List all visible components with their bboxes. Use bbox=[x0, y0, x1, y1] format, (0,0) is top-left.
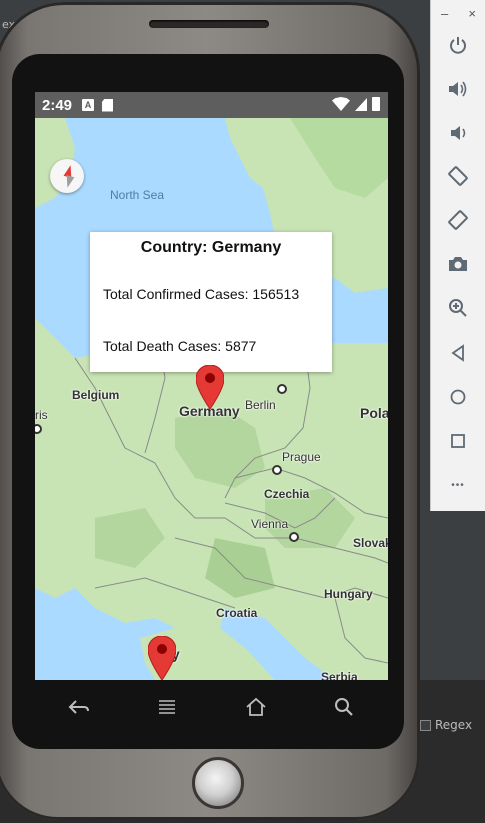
close-button[interactable]: × bbox=[468, 6, 476, 21]
rotate-right-icon bbox=[448, 210, 468, 230]
zoom-button[interactable] bbox=[445, 295, 471, 321]
hardware-home-button[interactable] bbox=[192, 757, 244, 809]
emulator-toolbar: – × ••• bbox=[430, 0, 485, 511]
overview-toolbar-button[interactable] bbox=[445, 428, 471, 454]
notification-a-icon: A bbox=[82, 99, 95, 111]
map-label-berlin: Berlin bbox=[245, 398, 276, 412]
map-dot-vienna bbox=[289, 532, 299, 542]
rotate-left-icon bbox=[448, 166, 468, 186]
rotate-left-button[interactable] bbox=[445, 163, 471, 189]
device-screen: 2:49 A North Sea Belgium Germany Berlin … bbox=[35, 92, 388, 680]
more-button[interactable]: ••• bbox=[445, 472, 471, 498]
back-arrow-icon bbox=[68, 700, 90, 714]
confirmed-cases-text: Total Confirmed Cases: 156513 bbox=[103, 286, 300, 302]
map-label-belgium: Belgium bbox=[72, 388, 120, 402]
zoom-icon bbox=[449, 299, 467, 317]
death-cases-text: Total Death Cases: 5877 bbox=[103, 338, 257, 354]
regex-label: Regex bbox=[435, 718, 473, 732]
map-dot-prague bbox=[272, 465, 282, 475]
triangle-back-icon bbox=[451, 344, 464, 362]
circle-home-icon bbox=[450, 389, 466, 405]
back-toolbar-button[interactable] bbox=[445, 340, 471, 366]
map-label-czechia: Czechia bbox=[264, 487, 310, 501]
power-button[interactable] bbox=[445, 32, 471, 58]
power-icon bbox=[450, 37, 466, 54]
regex-checkbox[interactable]: Regex bbox=[420, 718, 472, 732]
map-label-serbia: Serbia bbox=[321, 670, 358, 680]
map-label-prague: Prague bbox=[282, 450, 321, 464]
volume-down-button[interactable] bbox=[445, 120, 471, 146]
status-bar: 2:49 A bbox=[35, 92, 388, 118]
map-label-hungary: Hungary bbox=[324, 587, 373, 601]
search-icon bbox=[334, 698, 353, 716]
rotate-right-button[interactable] bbox=[445, 207, 471, 233]
checkbox-icon[interactable] bbox=[420, 719, 431, 731]
volume-up-button[interactable] bbox=[445, 76, 471, 102]
map-dot-berlin bbox=[277, 384, 287, 394]
map-label-poland: Pola bbox=[360, 405, 388, 421]
battery-icon bbox=[372, 97, 380, 111]
android-navigation-bar bbox=[35, 680, 388, 734]
home-icon bbox=[246, 697, 266, 716]
info-window-title: Country: Germany bbox=[140, 239, 282, 256]
map-label-vienna: Vienna bbox=[251, 517, 289, 531]
screenshot-button[interactable] bbox=[445, 251, 471, 277]
speaker-grille bbox=[149, 20, 269, 28]
menu-lines-icon bbox=[159, 700, 176, 714]
italy-map-pin-icon[interactable] bbox=[148, 636, 176, 680]
camera-icon bbox=[449, 257, 467, 271]
status-time: 2:49 bbox=[42, 96, 73, 114]
sd-card-icon bbox=[102, 98, 114, 112]
menu-button[interactable] bbox=[147, 687, 187, 727]
google-map[interactable]: North Sea Belgium Germany Berlin Pola ri… bbox=[35, 118, 388, 680]
volume-down-icon bbox=[451, 126, 466, 140]
map-label-croatia: Croatia bbox=[216, 606, 258, 620]
map-label-slovakia: Slovak bbox=[353, 536, 388, 550]
signal-icon bbox=[355, 98, 367, 111]
compass-button[interactable] bbox=[50, 159, 84, 193]
germany-map-pin-icon[interactable] bbox=[196, 365, 224, 409]
volume-up-icon bbox=[449, 81, 467, 97]
map-label-paris: ris bbox=[35, 408, 48, 422]
home-toolbar-button[interactable] bbox=[445, 384, 471, 410]
wifi-icon bbox=[332, 97, 350, 111]
home-nav-button[interactable] bbox=[236, 687, 276, 727]
marker-info-window[interactable]: Country: Germany Total Confirmed Cases: … bbox=[90, 232, 332, 384]
minimize-button[interactable]: – bbox=[441, 6, 448, 21]
back-button[interactable] bbox=[59, 687, 99, 727]
square-overview-icon bbox=[451, 434, 465, 448]
search-nav-button[interactable] bbox=[324, 687, 364, 727]
map-label-north-sea: North Sea bbox=[110, 188, 165, 202]
compass-south-icon bbox=[63, 175, 75, 189]
